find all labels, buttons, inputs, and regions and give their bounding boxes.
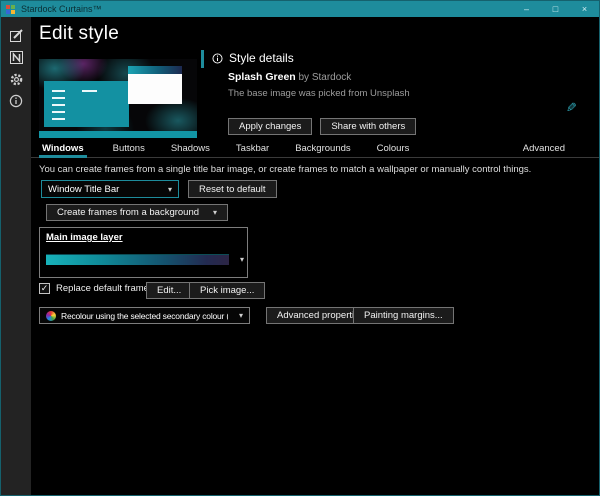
layer-panel: Main image layer ▾	[39, 227, 248, 278]
chevron-down-icon: ▾	[233, 311, 243, 320]
create-frames-button[interactable]: Create frames from a background ▾	[46, 204, 228, 221]
titlebar: Stardock Curtains™ – □ ×	[1, 1, 599, 17]
tab-backgrounds[interactable]: Backgrounds	[295, 140, 350, 158]
tab-advanced[interactable]: Advanced	[523, 140, 565, 158]
details-accent-bar	[201, 50, 204, 68]
style-author: by Stardock	[298, 72, 351, 83]
preview-window-mockup	[44, 81, 129, 127]
layer-title-link[interactable]: Main image layer	[46, 232, 123, 243]
info-circle-icon	[212, 53, 223, 64]
preview-taskbar-mockup	[39, 131, 197, 138]
tab-shadows[interactable]: Shadows	[171, 140, 210, 158]
tab-buttons[interactable]: Buttons	[113, 140, 145, 158]
details-heading: Style details	[229, 51, 294, 65]
tab-colours[interactable]: Colours	[377, 140, 410, 158]
recolour-select[interactable]: Recolour using the selected secondary co…	[39, 307, 250, 324]
style-name: Splash Green	[228, 71, 296, 83]
tab-taskbar[interactable]: Taskbar	[236, 140, 269, 158]
page-title: Edit style	[39, 23, 119, 45]
element-select-value: Window Title Bar	[48, 184, 119, 195]
chevron-down-icon[interactable]: ▾	[240, 255, 244, 264]
sidebar	[1, 17, 31, 495]
edit-button[interactable]: Edit...	[146, 282, 192, 299]
window-title: Stardock Curtains™	[21, 4, 102, 14]
preview-menu-lines	[52, 90, 65, 124]
reset-to-default-button[interactable]: Reset to default	[188, 180, 277, 198]
styles-icon[interactable]	[7, 48, 25, 66]
share-with-others-button[interactable]: Share with others	[320, 118, 416, 135]
settings-gear-icon[interactable]	[7, 70, 25, 88]
preview-menu-dash	[82, 90, 97, 92]
maximize-icon[interactable]: □	[541, 1, 570, 17]
layer-gradient-strip[interactable]	[46, 254, 229, 265]
windows-tab-intro: You can create frames from a single titl…	[39, 164, 531, 175]
minimize-icon[interactable]: –	[512, 1, 541, 17]
close-icon[interactable]: ×	[570, 1, 599, 17]
replace-default-frames-checkbox[interactable]: ✓	[39, 283, 50, 294]
tab-bar: Windows Buttons Shadows Taskbar Backgrou…	[31, 140, 599, 158]
chevron-down-icon: ▾	[213, 208, 217, 217]
edit-pencil-icon[interactable]: ✎	[566, 100, 577, 116]
colour-wheel-icon	[46, 311, 56, 321]
style-name-row: Splash Green by Stardock	[228, 71, 351, 83]
replace-default-frames-label: Replace default frames	[56, 283, 154, 294]
preview-dialog-mockup	[128, 66, 182, 104]
edit-style-icon[interactable]	[7, 26, 25, 44]
tab-windows[interactable]: Windows	[39, 140, 87, 158]
style-preview-image	[39, 59, 197, 138]
app-window: Stardock Curtains™ – □ × Edit style	[0, 0, 600, 496]
app-logo-icon	[6, 5, 15, 14]
recolour-select-value: Recolour using the selected secondary co…	[61, 311, 228, 321]
info-icon[interactable]	[7, 92, 25, 110]
apply-changes-button[interactable]: Apply changes	[228, 118, 312, 135]
painting-margins-button[interactable]: Painting margins...	[353, 307, 454, 324]
chevron-down-icon: ▾	[162, 185, 172, 194]
content-area: Edit style Style details Splash Green by…	[31, 17, 599, 495]
preview-titlebar-gradient	[128, 66, 182, 74]
pick-image-button[interactable]: Pick image...	[189, 282, 265, 299]
style-base-note: The base image was picked from Unsplash	[228, 88, 410, 99]
create-frames-label: Create frames from a background	[57, 207, 199, 218]
element-select[interactable]: Window Title Bar ▾	[41, 180, 179, 198]
